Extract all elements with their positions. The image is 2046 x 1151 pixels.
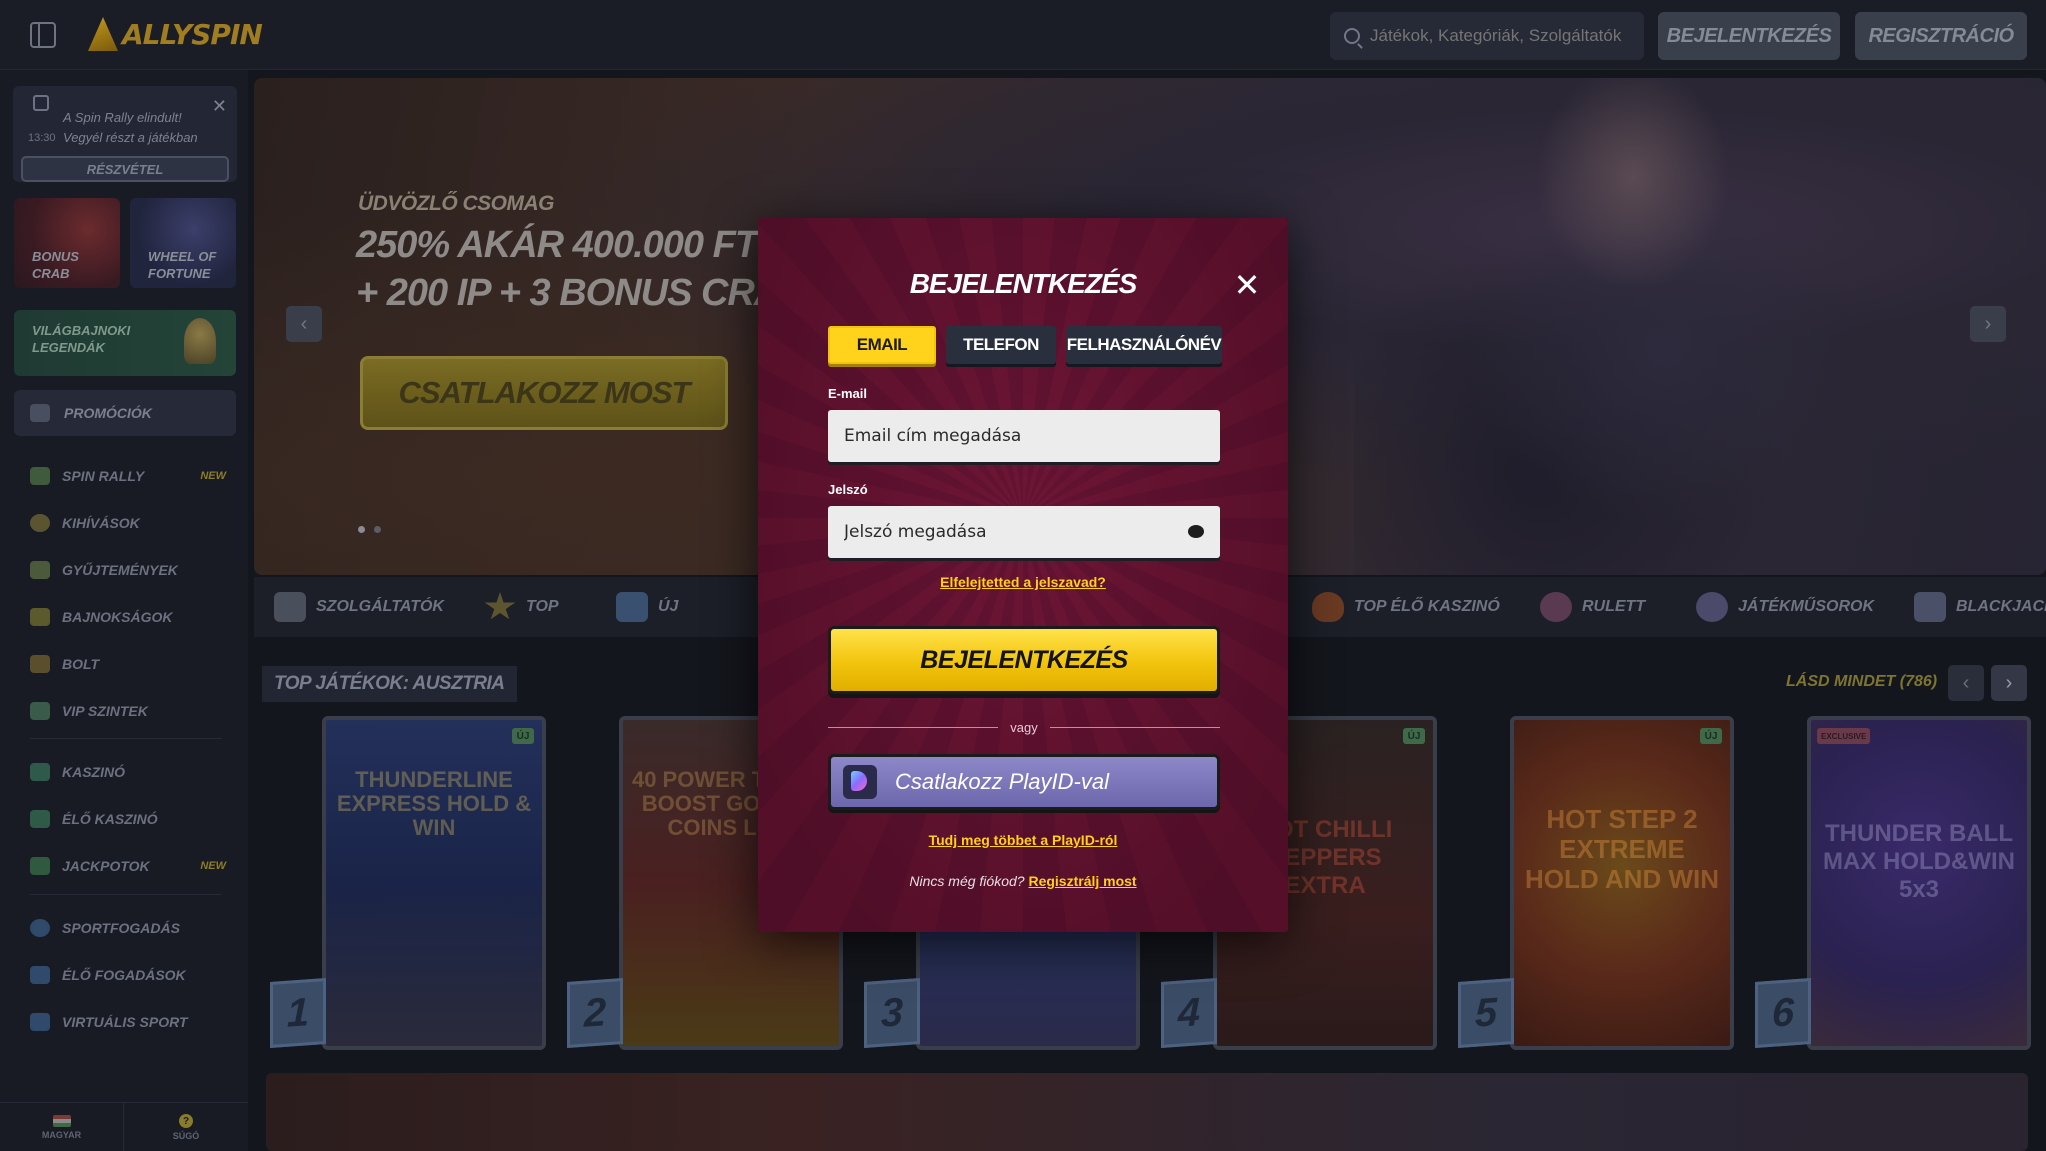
register-now-link[interactable]: Regisztrálj most xyxy=(1028,873,1136,889)
forgot-password-link[interactable]: Elfelejtetted a jelszavad? xyxy=(758,574,1288,590)
tab-phone[interactable]: TELEFON xyxy=(946,326,1056,364)
no-account-row: Nincs még fiókod? Regisztrálj most xyxy=(758,873,1288,889)
playid-login-button[interactable]: Csatlakozz PlayID-val xyxy=(828,754,1220,810)
or-divider: vagy xyxy=(828,718,1220,738)
tab-username[interactable]: FELHASZNÁLÓNÉV xyxy=(1066,326,1222,364)
modal-title: BEJELENTKEZÉS xyxy=(909,268,1138,299)
close-icon[interactable]: ✕ xyxy=(1232,269,1262,301)
email-input[interactable] xyxy=(844,426,1164,446)
playid-button-label: Csatlakozz PlayID-val xyxy=(895,769,1109,794)
login-modal: BEJELENTKEZÉS ✕ EMAIL TELEFON FELHASZNÁL… xyxy=(758,218,1288,932)
login-modal-body: BEJELENTKEZÉS ✕ EMAIL TELEFON FELHASZNÁL… xyxy=(758,218,1288,932)
tab-email[interactable]: EMAIL xyxy=(828,326,936,364)
eye-icon[interactable] xyxy=(1188,525,1204,538)
password-input[interactable] xyxy=(844,522,1164,542)
no-account-text: Nincs még fiókod? xyxy=(909,873,1025,889)
email-label: E-mail xyxy=(828,386,868,401)
divider-line xyxy=(1050,727,1220,728)
playid-learn-more-link[interactable]: Tudj meg többet a PlayID-ról xyxy=(758,832,1288,848)
playid-logo-icon xyxy=(843,765,877,799)
password-field[interactable] xyxy=(828,506,1220,558)
login-method-tabs: EMAIL TELEFON FELHASZNÁLÓNÉV xyxy=(828,326,1222,364)
password-label: Jelszó xyxy=(828,482,868,497)
app-root: ALLYSPIN BEJELENTKEZÉS REGISZTRÁCIÓ 13:3… xyxy=(0,0,2046,1151)
email-field[interactable] xyxy=(828,410,1220,462)
login-submit-button[interactable]: BEJELENTKEZÉS xyxy=(828,626,1220,694)
